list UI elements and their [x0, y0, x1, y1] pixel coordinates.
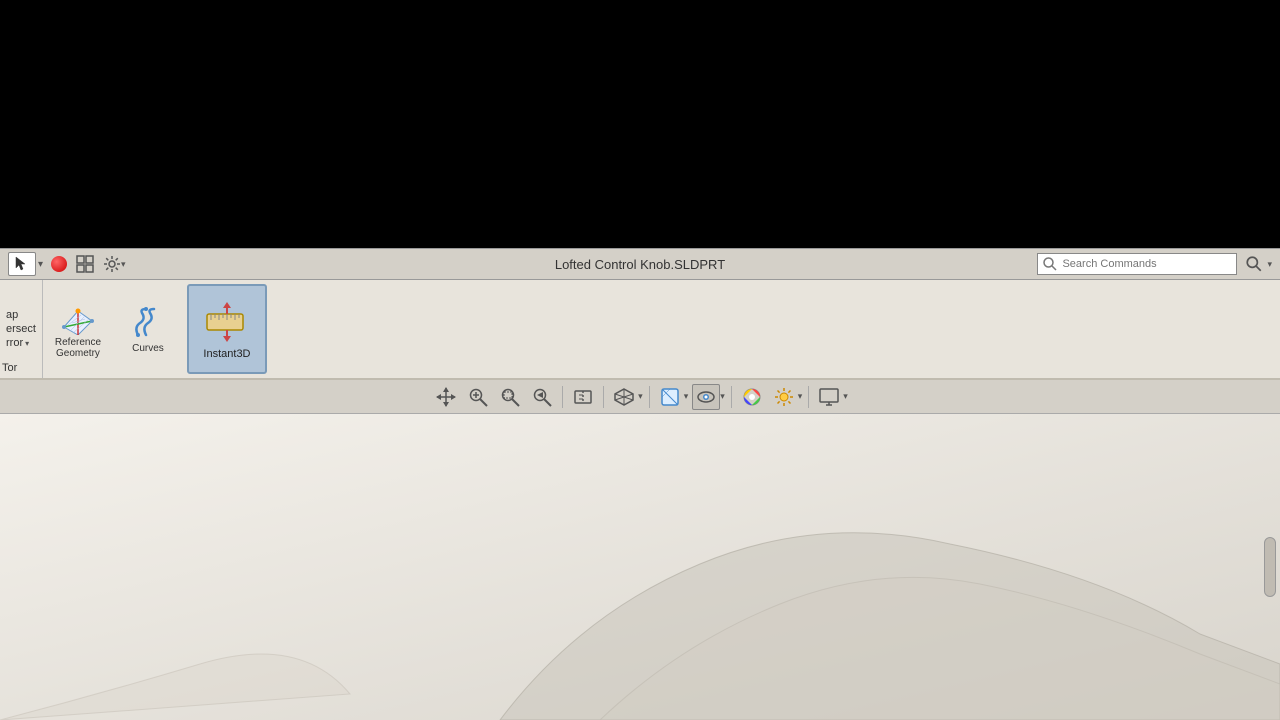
settings-button[interactable]: ▾	[99, 253, 130, 275]
section-view-icon	[572, 386, 594, 408]
curves-icon-area	[130, 305, 166, 341]
tor-partial-label: Tor	[0, 362, 17, 374]
toolbar2-separator-3	[649, 386, 650, 408]
partial-rror-label: rror	[6, 337, 23, 349]
3d-view-icon	[613, 386, 635, 408]
reference-geometry-icon-area	[60, 299, 96, 335]
zoom-box-button[interactable]	[496, 384, 524, 410]
display-mode-icon	[695, 386, 717, 408]
toolbar2-separator-1	[562, 386, 563, 408]
instant3d-icon	[203, 298, 251, 346]
scene-dropdown[interactable]: ▾	[798, 391, 803, 402]
toolbar2-separator-4	[731, 386, 732, 408]
move-view-button[interactable]	[432, 384, 460, 410]
reference-geometry-button[interactable]: ReferenceGeometry	[43, 280, 113, 378]
partial-ap-label: ap	[6, 309, 36, 321]
zoom-fit-button[interactable]	[464, 384, 492, 410]
gear-dropdown[interactable]: ▾	[121, 259, 126, 270]
stop-recording-button[interactable]	[47, 254, 71, 274]
instant3d-icon-area	[203, 298, 251, 346]
display-style-button[interactable]	[656, 384, 684, 410]
scene-button[interactable]	[770, 384, 798, 410]
3d-viewport[interactable]	[0, 414, 1280, 720]
appearances-icon	[741, 386, 763, 408]
reference-geometry-label: ReferenceGeometry	[55, 337, 101, 359]
3d-view-group[interactable]: ▾	[610, 384, 643, 410]
window-title: Lofted Control Knob.SLDPRT	[555, 257, 725, 272]
zoom-prev-button[interactable]	[528, 384, 556, 410]
search-dropdown[interactable]: ▾	[1267, 259, 1272, 270]
main-toolbar: ▾ ▾ Lofted Control Knob.SLDPRT	[0, 248, 1280, 280]
display-mode-button[interactable]	[692, 384, 720, 410]
monitor-dropdown[interactable]: ▾	[843, 391, 848, 402]
select-tool[interactable]: ▾	[4, 250, 47, 278]
partial-ersect-label: ersect	[6, 323, 36, 335]
search-submit-button[interactable]	[1241, 253, 1267, 275]
curves-label: Curves	[132, 343, 164, 354]
gear-icon	[103, 255, 121, 273]
vertical-scrollbar[interactable]	[1264, 537, 1276, 597]
scene-icon	[773, 386, 795, 408]
curves-button[interactable]: Curves	[113, 280, 183, 378]
3d-view-dropdown[interactable]: ▾	[638, 391, 643, 402]
view-toolbar: ▾ ▾ ▾	[0, 380, 1280, 414]
arrow-dropdown[interactable]: ▾	[38, 259, 43, 270]
rror-dropdown-icon[interactable]: ▾	[25, 339, 29, 348]
ribbon-toolbar: ap ersect rror ▾	[0, 280, 1280, 380]
display-mode-group[interactable]: ▾	[692, 384, 725, 410]
appearances-button[interactable]	[738, 384, 766, 410]
move-view-icon	[435, 386, 457, 408]
view-toggle-button[interactable]	[71, 252, 99, 276]
section-view-button[interactable]	[569, 384, 597, 410]
display-style-icon	[659, 386, 681, 408]
reference-geometry-icon	[60, 299, 96, 335]
zoom-prev-icon	[531, 386, 553, 408]
monitor-icon	[818, 386, 840, 408]
search-input[interactable]	[1062, 258, 1222, 270]
viewport-background	[0, 414, 1280, 720]
display-mode-dropdown[interactable]: ▾	[720, 391, 725, 402]
search-submit-icon	[1245, 255, 1263, 273]
curves-icon	[132, 305, 164, 341]
search-box[interactable]	[1037, 253, 1237, 275]
toolbar2-separator-5	[808, 386, 809, 408]
display-style-dropdown[interactable]: ▾	[684, 391, 689, 402]
black-top-area	[0, 0, 1280, 248]
grid-icon	[75, 254, 95, 274]
instant3d-label: Instant3D	[203, 348, 250, 360]
zoom-box-icon	[499, 386, 521, 408]
3d-view-button[interactable]	[610, 384, 638, 410]
arrow-icon-box	[8, 252, 36, 276]
search-icon	[1042, 256, 1058, 272]
zoom-fit-icon	[467, 386, 489, 408]
scene-group[interactable]: ▾	[770, 384, 803, 410]
red-circle-icon	[51, 256, 67, 272]
monitor-button[interactable]	[815, 384, 843, 410]
instant3d-button[interactable]: Instant3D	[187, 284, 267, 374]
display-style-group[interactable]: ▾	[656, 384, 689, 410]
monitor-group[interactable]: ▾	[815, 384, 848, 410]
toolbar2-separator-2	[603, 386, 604, 408]
